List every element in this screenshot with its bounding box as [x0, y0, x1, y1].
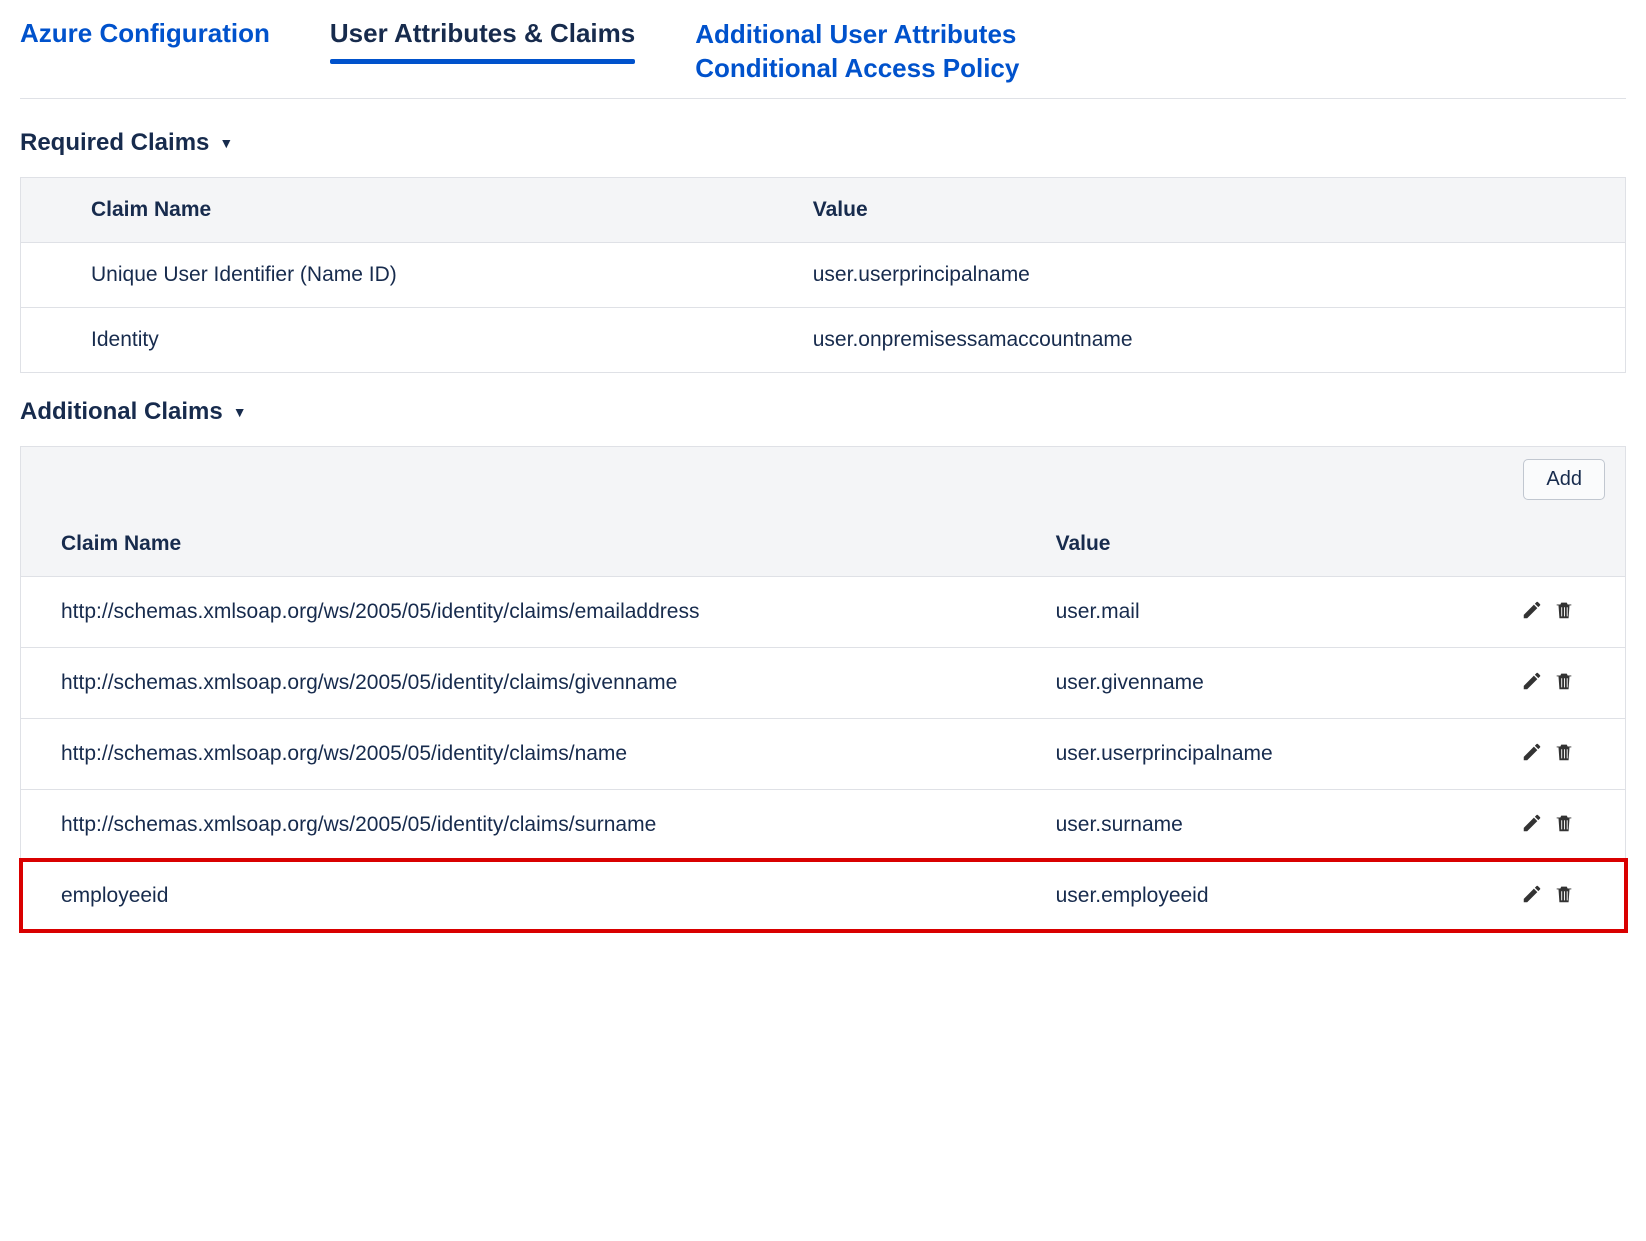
- additional-claim-name: http://schemas.xmlsoap.org/ws/2005/05/id…: [21, 647, 1016, 718]
- caret-down-icon: ▼: [233, 404, 247, 420]
- trash-icon: [1553, 599, 1575, 621]
- tab-additional-line-2: Conditional Access Policy: [695, 52, 1019, 86]
- trash-icon: [1553, 883, 1575, 905]
- required-claims-table: Claim Name Value Unique User Identifier …: [20, 177, 1626, 373]
- row-actions: [1506, 576, 1626, 647]
- edit-button[interactable]: [1519, 881, 1545, 907]
- additional-claim-value: user.employeeid: [1016, 860, 1506, 931]
- pencil-icon: [1521, 670, 1543, 692]
- edit-button[interactable]: [1519, 668, 1545, 694]
- edit-button[interactable]: [1519, 597, 1545, 623]
- table-row: employeeiduser.employeeid: [21, 860, 1626, 931]
- additional-claims-table: Add Claim Name Value http://schemas.xmls…: [20, 446, 1626, 932]
- trash-icon: [1553, 812, 1575, 834]
- additional-claim-value: user.surname: [1016, 789, 1506, 860]
- trash-icon: [1553, 670, 1575, 692]
- pencil-icon: [1521, 741, 1543, 763]
- pencil-icon: [1521, 599, 1543, 621]
- tab-user-attributes-claims[interactable]: User Attributes & Claims: [330, 10, 635, 61]
- additional-claim-value: user.userprincipalname: [1016, 718, 1506, 789]
- add-button[interactable]: Add: [1523, 459, 1605, 500]
- delete-button[interactable]: [1551, 668, 1577, 694]
- row-actions: [1506, 647, 1626, 718]
- required-claim-value: user.userprincipalname: [743, 242, 1626, 307]
- required-header-value: Value: [743, 177, 1626, 242]
- tab-additional-line-1: Additional User Attributes: [695, 18, 1019, 52]
- additional-claim-name: http://schemas.xmlsoap.org/ws/2005/05/id…: [21, 718, 1016, 789]
- edit-button[interactable]: [1519, 810, 1545, 836]
- required-claims-title: Required Claims: [20, 129, 209, 157]
- additional-claim-value: user.givenname: [1016, 647, 1506, 718]
- edit-button[interactable]: [1519, 739, 1545, 765]
- tab-bar: Azure Configuration User Attributes & Cl…: [20, 10, 1626, 99]
- required-claim-name: Unique User Identifier (Name ID): [21, 242, 743, 307]
- additional-claim-value: user.mail: [1016, 576, 1506, 647]
- delete-button[interactable]: [1551, 810, 1577, 836]
- row-actions: [1506, 860, 1626, 931]
- additional-header-value: Value: [1016, 512, 1506, 577]
- required-header-claim-name: Claim Name: [21, 177, 743, 242]
- required-claim-value: user.onpremisessamaccountname: [743, 307, 1626, 372]
- table-row: http://schemas.xmlsoap.org/ws/2005/05/id…: [21, 576, 1626, 647]
- additional-claims-toggle[interactable]: Additional Claims ▼: [20, 398, 1626, 426]
- required-claims-toggle[interactable]: Required Claims ▼: [20, 129, 1626, 157]
- row-actions: [1506, 718, 1626, 789]
- additional-claim-name: employeeid: [21, 860, 1016, 931]
- table-row: http://schemas.xmlsoap.org/ws/2005/05/id…: [21, 789, 1626, 860]
- row-actions: [1506, 789, 1626, 860]
- pencil-icon: [1521, 812, 1543, 834]
- additional-header-claim-name: Claim Name: [21, 512, 1016, 577]
- tab-azure-configuration[interactable]: Azure Configuration: [20, 10, 270, 61]
- table-row: Unique User Identifier (Name ID)user.use…: [21, 242, 1626, 307]
- delete-button[interactable]: [1551, 739, 1577, 765]
- caret-down-icon: ▼: [219, 135, 233, 151]
- tab-additional-user-attributes[interactable]: Additional User Attributes Conditional A…: [695, 10, 1019, 98]
- pencil-icon: [1521, 883, 1543, 905]
- delete-button[interactable]: [1551, 597, 1577, 623]
- additional-claim-name: http://schemas.xmlsoap.org/ws/2005/05/id…: [21, 789, 1016, 860]
- trash-icon: [1553, 741, 1575, 763]
- required-claim-name: Identity: [21, 307, 743, 372]
- table-row: http://schemas.xmlsoap.org/ws/2005/05/id…: [21, 647, 1626, 718]
- additional-claims-title: Additional Claims: [20, 398, 223, 426]
- table-row: Identityuser.onpremisessamaccountname: [21, 307, 1626, 372]
- delete-button[interactable]: [1551, 881, 1577, 907]
- additional-claim-name: http://schemas.xmlsoap.org/ws/2005/05/id…: [21, 576, 1016, 647]
- table-row: http://schemas.xmlsoap.org/ws/2005/05/id…: [21, 718, 1626, 789]
